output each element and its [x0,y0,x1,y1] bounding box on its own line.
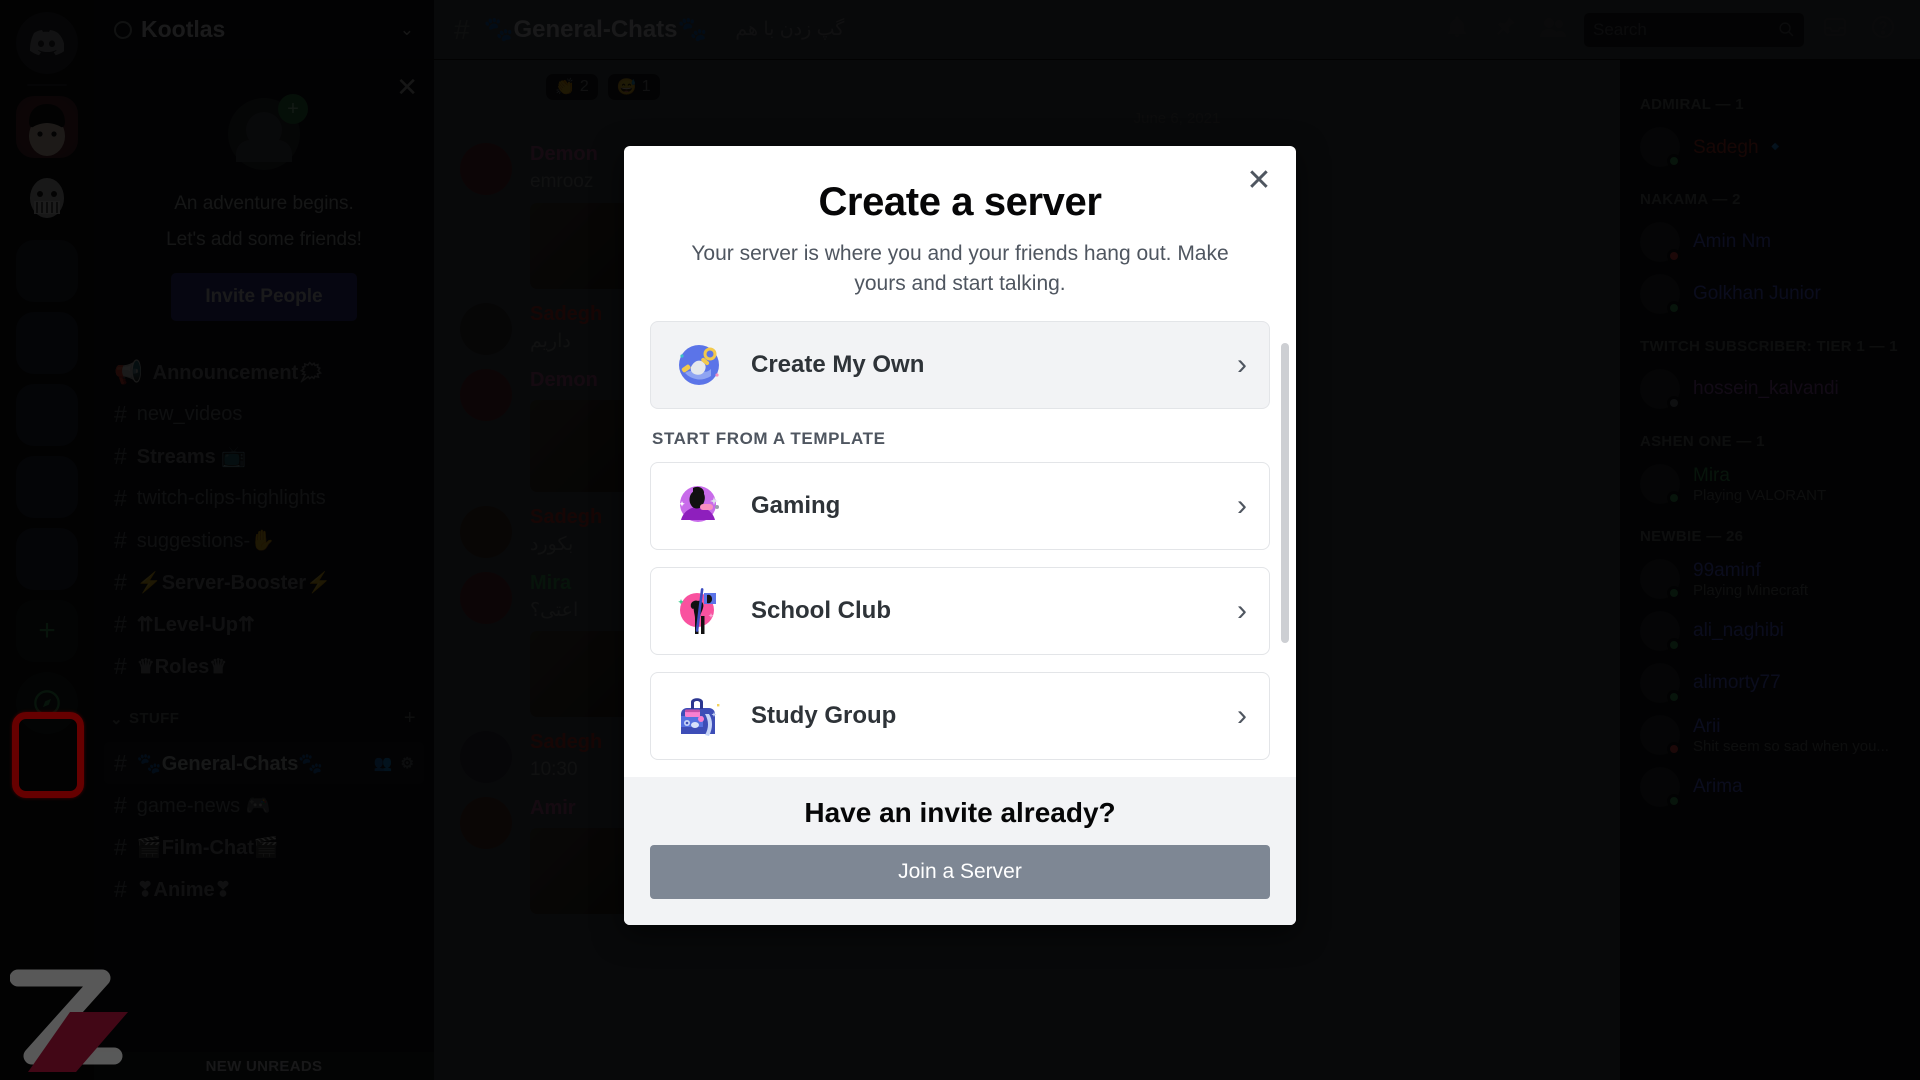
modal-subtitle: Your server is where you and your friend… [691,242,1229,295]
option-label: Gaming [751,491,841,519]
template-section-heading: START FROM A TEMPLATE [652,428,886,448]
discord-app-window: + Kootlas ⌄ ✕ + A [0,0,1920,1080]
modal-header: Create a server Your server is where you… [624,146,1296,309]
chevron-right-icon: › [1237,488,1247,522]
modal-title: Create a server [818,180,1102,224]
template-option-study-group[interactable]: Study Group › [650,671,1270,760]
modal-scrollbar[interactable] [1281,342,1289,643]
globe-hand-icon [673,339,725,391]
modal-options-scroll: Create My Own › START FROM A TEMPLATE Ga… [624,309,1296,777]
chevron-right-icon: › [1237,347,1247,381]
option-label: School Club [751,596,891,624]
modal-footer: Have an invite already? Join a Server [624,776,1296,925]
backpack-icon [673,690,725,742]
template-option-gaming[interactable]: Gaming › [650,461,1270,550]
create-my-own-option[interactable]: Create My Own › [650,320,1270,409]
invite-prompt: Have an invite already? [804,796,1116,828]
modal-overlay[interactable]: ✕ Create a server Your server is where y… [0,0,1920,1080]
option-label: Study Group [751,701,897,729]
join-server-button[interactable]: Join a Server [650,844,1270,899]
flag-person-icon [673,585,725,637]
chevron-right-icon: › [1237,698,1247,732]
template-option-school-club[interactable]: School Club › [650,566,1270,655]
create-server-modal: ✕ Create a server Your server is where y… [624,146,1296,925]
gaming-avatar-icon [673,480,725,532]
close-icon[interactable]: ✕ [1242,166,1276,200]
option-label: Create My Own [751,350,925,378]
chevron-right-icon: › [1237,593,1247,627]
